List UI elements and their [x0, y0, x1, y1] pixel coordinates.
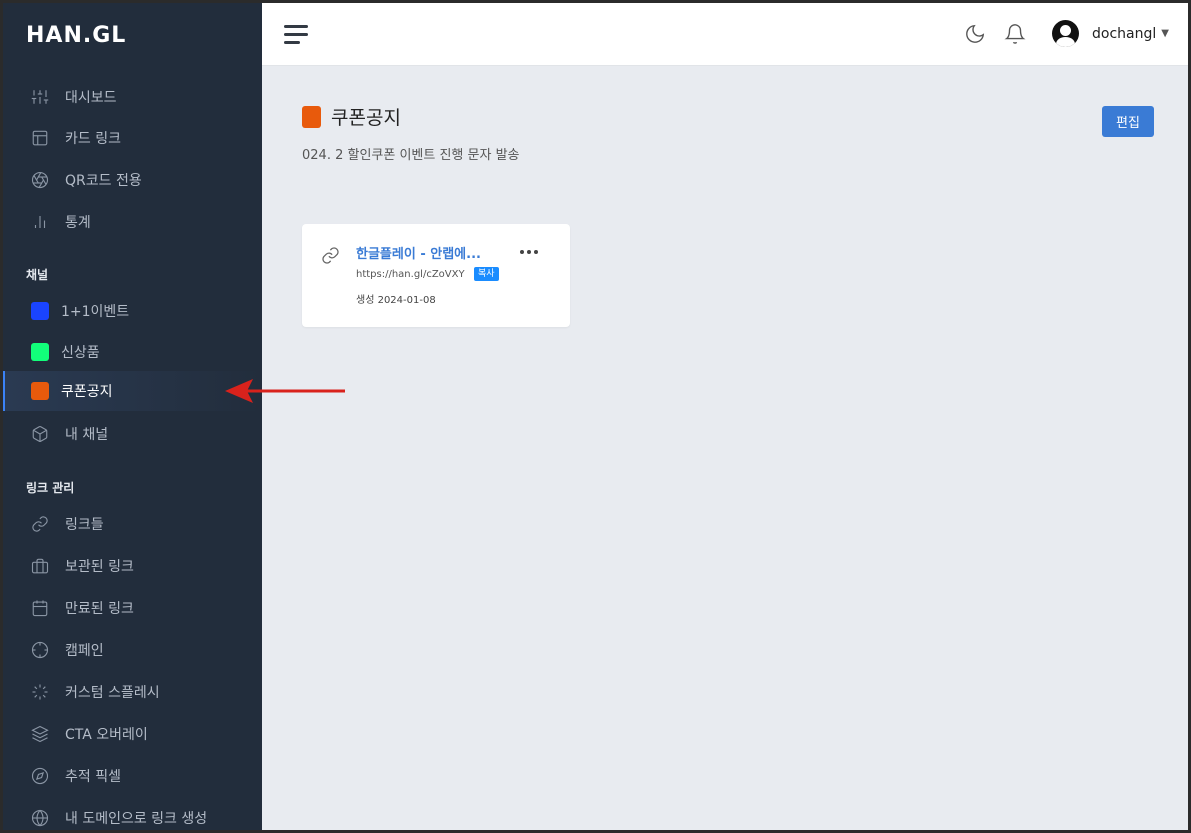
user-menu[interactable]: dochangl ▼	[1052, 20, 1169, 47]
sidebar-item-label: 링크들	[65, 517, 104, 533]
page-header: 쿠폰공지 024. 2 할인쿠폰 이벤트 진행 문자 발송	[302, 103, 520, 163]
briefcase-icon	[31, 557, 49, 575]
section-label-channel: 채널	[26, 268, 49, 282]
sidebar-item-stats[interactable]: 통계	[3, 203, 262, 241]
sidebar-item-custom-splash[interactable]: 커스텀 스플레시	[3, 673, 262, 711]
sidebar-item-label: QR코드 전용	[65, 173, 142, 189]
section-label-link-management: 링크 관리	[26, 481, 75, 495]
channel-color-swatch	[31, 382, 49, 400]
top-bar: dochangl ▼	[262, 3, 1188, 66]
menu-toggle-icon[interactable]	[284, 25, 308, 45]
sidebar-item-label: 보관된 링크	[65, 559, 134, 575]
sidebar-item-expired[interactable]: 만료된 링크	[3, 589, 262, 627]
sidebar-item-card-link[interactable]: 카드 링크	[3, 119, 262, 157]
channel-color-swatch	[302, 105, 321, 128]
sidebar-item-label: 내 도메인으로 링크 생성	[65, 811, 208, 827]
avatar	[1052, 20, 1079, 47]
box-icon	[31, 425, 49, 443]
sidebar-item-links[interactable]: 링크들	[3, 505, 262, 543]
loader-icon	[31, 683, 49, 701]
sidebar-item-label: 통계	[65, 215, 91, 231]
compass-icon	[31, 767, 49, 785]
sidebar-item-label: 캠페인	[65, 643, 104, 659]
sliders-icon	[31, 88, 49, 106]
sidebar-item-channel-3[interactable]: 쿠폰공지	[3, 371, 262, 411]
copy-button[interactable]: 복사	[474, 267, 499, 281]
calendar-icon	[31, 599, 49, 617]
sidebar-item-tracking-pixel[interactable]: 추적 픽셀	[3, 757, 262, 795]
main-content: dochangl ▼ 쿠폰공지 024. 2 할인쿠폰 이벤트 진행 문자 발송…	[262, 3, 1188, 830]
crosshair-icon	[31, 641, 49, 659]
sidebar-item-label: 대시보드	[65, 90, 117, 106]
link-icon	[31, 515, 49, 533]
sidebar-item-campaign[interactable]: 캠페인	[3, 631, 262, 669]
sidebar-item-label: 1+1이벤트	[61, 304, 130, 320]
sidebar-item-qrcode[interactable]: QR코드 전용	[3, 161, 262, 199]
link-title[interactable]: 한글플레이 - 안랩에...	[356, 243, 481, 262]
aperture-icon	[31, 171, 49, 189]
sidebar-item-channel-2[interactable]: 신상품	[3, 333, 262, 371]
sidebar-item-channel-1[interactable]: 1+1이벤트	[3, 292, 262, 330]
bell-icon[interactable]	[1004, 23, 1026, 45]
short-url: https://han.gl/cZoVXY	[356, 269, 465, 280]
layers-icon	[31, 725, 49, 743]
globe-icon	[31, 809, 49, 827]
more-options-icon[interactable]	[520, 250, 538, 254]
layout-icon	[31, 129, 49, 147]
link-card: 한글플레이 - 안랩에... https://han.gl/cZoVXY 복사 …	[302, 224, 570, 327]
page-subtitle: 024. 2 할인쿠폰 이벤트 진행 문자 발송	[302, 148, 520, 163]
channel-color-swatch	[31, 343, 49, 361]
link-icon	[321, 246, 340, 265]
sidebar-item-label: 내 채널	[65, 427, 109, 443]
sidebar-item-label: CTA 오버레이	[65, 727, 148, 743]
sidebar-item-my-channel[interactable]: 내 채널	[3, 415, 262, 453]
sidebar-item-label: 만료된 링크	[65, 601, 134, 617]
page-title: 쿠폰공지	[331, 107, 401, 129]
sidebar-item-custom-domain[interactable]: 내 도메인으로 링크 생성	[3, 799, 262, 830]
moon-icon[interactable]	[964, 23, 986, 45]
sidebar-item-label: 추적 픽셀	[65, 769, 121, 785]
username: dochangl	[1092, 25, 1157, 42]
bar-chart-icon	[31, 213, 49, 231]
sidebar-item-label: 카드 링크	[65, 131, 121, 147]
sidebar-item-label: 커스텀 스플레시	[65, 685, 160, 701]
sidebar-item-label: 쿠폰공지	[61, 384, 113, 400]
sidebar-item-cta-overlay[interactable]: CTA 오버레이	[3, 715, 262, 753]
sidebar: HAN.GL 대시보드 카드 링크 QR코드 전용 통계 채널 1+1이벤트 신…	[3, 3, 262, 830]
sidebar-item-label: 신상품	[61, 345, 100, 361]
created-date: 생성 2024-01-08	[356, 295, 436, 306]
chevron-down-icon: ▼	[1161, 28, 1169, 39]
edit-button[interactable]: 편집	[1102, 106, 1154, 137]
logo[interactable]: HAN.GL	[26, 23, 126, 48]
channel-color-swatch	[31, 302, 49, 320]
sidebar-item-archived[interactable]: 보관된 링크	[3, 547, 262, 585]
sidebar-item-dashboard[interactable]: 대시보드	[3, 78, 262, 116]
